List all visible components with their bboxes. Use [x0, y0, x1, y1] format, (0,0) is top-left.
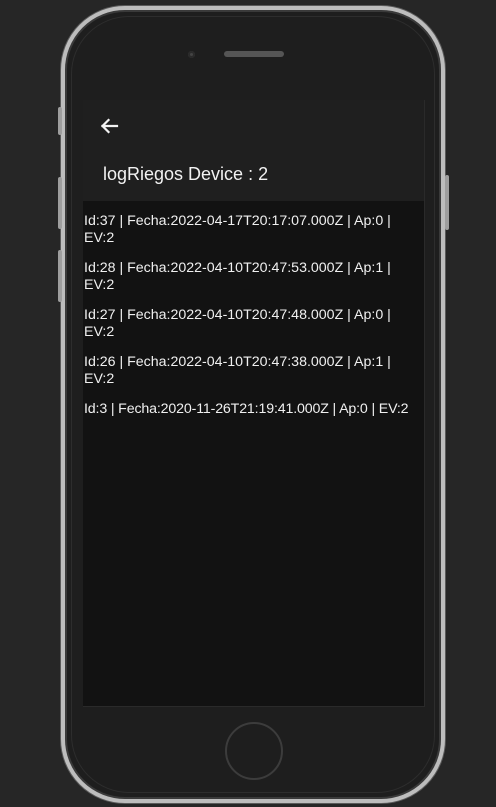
arrow-left-icon [95, 112, 123, 140]
log-item: Id:28 | Fecha:2022-04-10T20:47:53.000Z |… [84, 260, 391, 293]
side-button-power [445, 175, 449, 230]
log-item: Id:27 | Fecha:2022-04-10T20:47:48.000Z |… [84, 307, 391, 340]
side-button-volume-up [58, 177, 62, 229]
log-item: Id:3 | Fecha:2020-11-26T21:19:41.000Z | … [84, 401, 409, 417]
app-screen: logRiegos Device : 2 Id:37 | Fecha:2022-… [83, 100, 425, 707]
back-button[interactable] [95, 112, 123, 140]
front-camera [188, 51, 195, 58]
page-background: logRiegos Device : 2 Id:37 | Fecha:2022-… [0, 0, 496, 807]
home-button[interactable] [225, 722, 283, 780]
side-button-mute [58, 107, 62, 135]
page-title: logRiegos Device : 2 [103, 164, 269, 184]
earpiece-speaker [224, 51, 284, 57]
side-button-volume-down [58, 250, 62, 302]
log-item: Id:37 | Fecha:2022-04-17T20:17:07.000Z |… [84, 213, 391, 246]
log-item: Id:26 | Fecha:2022-04-10T20:47:38.000Z |… [84, 354, 391, 387]
log-list: Id:37 | Fecha:2022-04-17T20:17:07.000Z |… [84, 213, 424, 431]
toolbar: logRiegos Device : 2 [83, 100, 424, 201]
